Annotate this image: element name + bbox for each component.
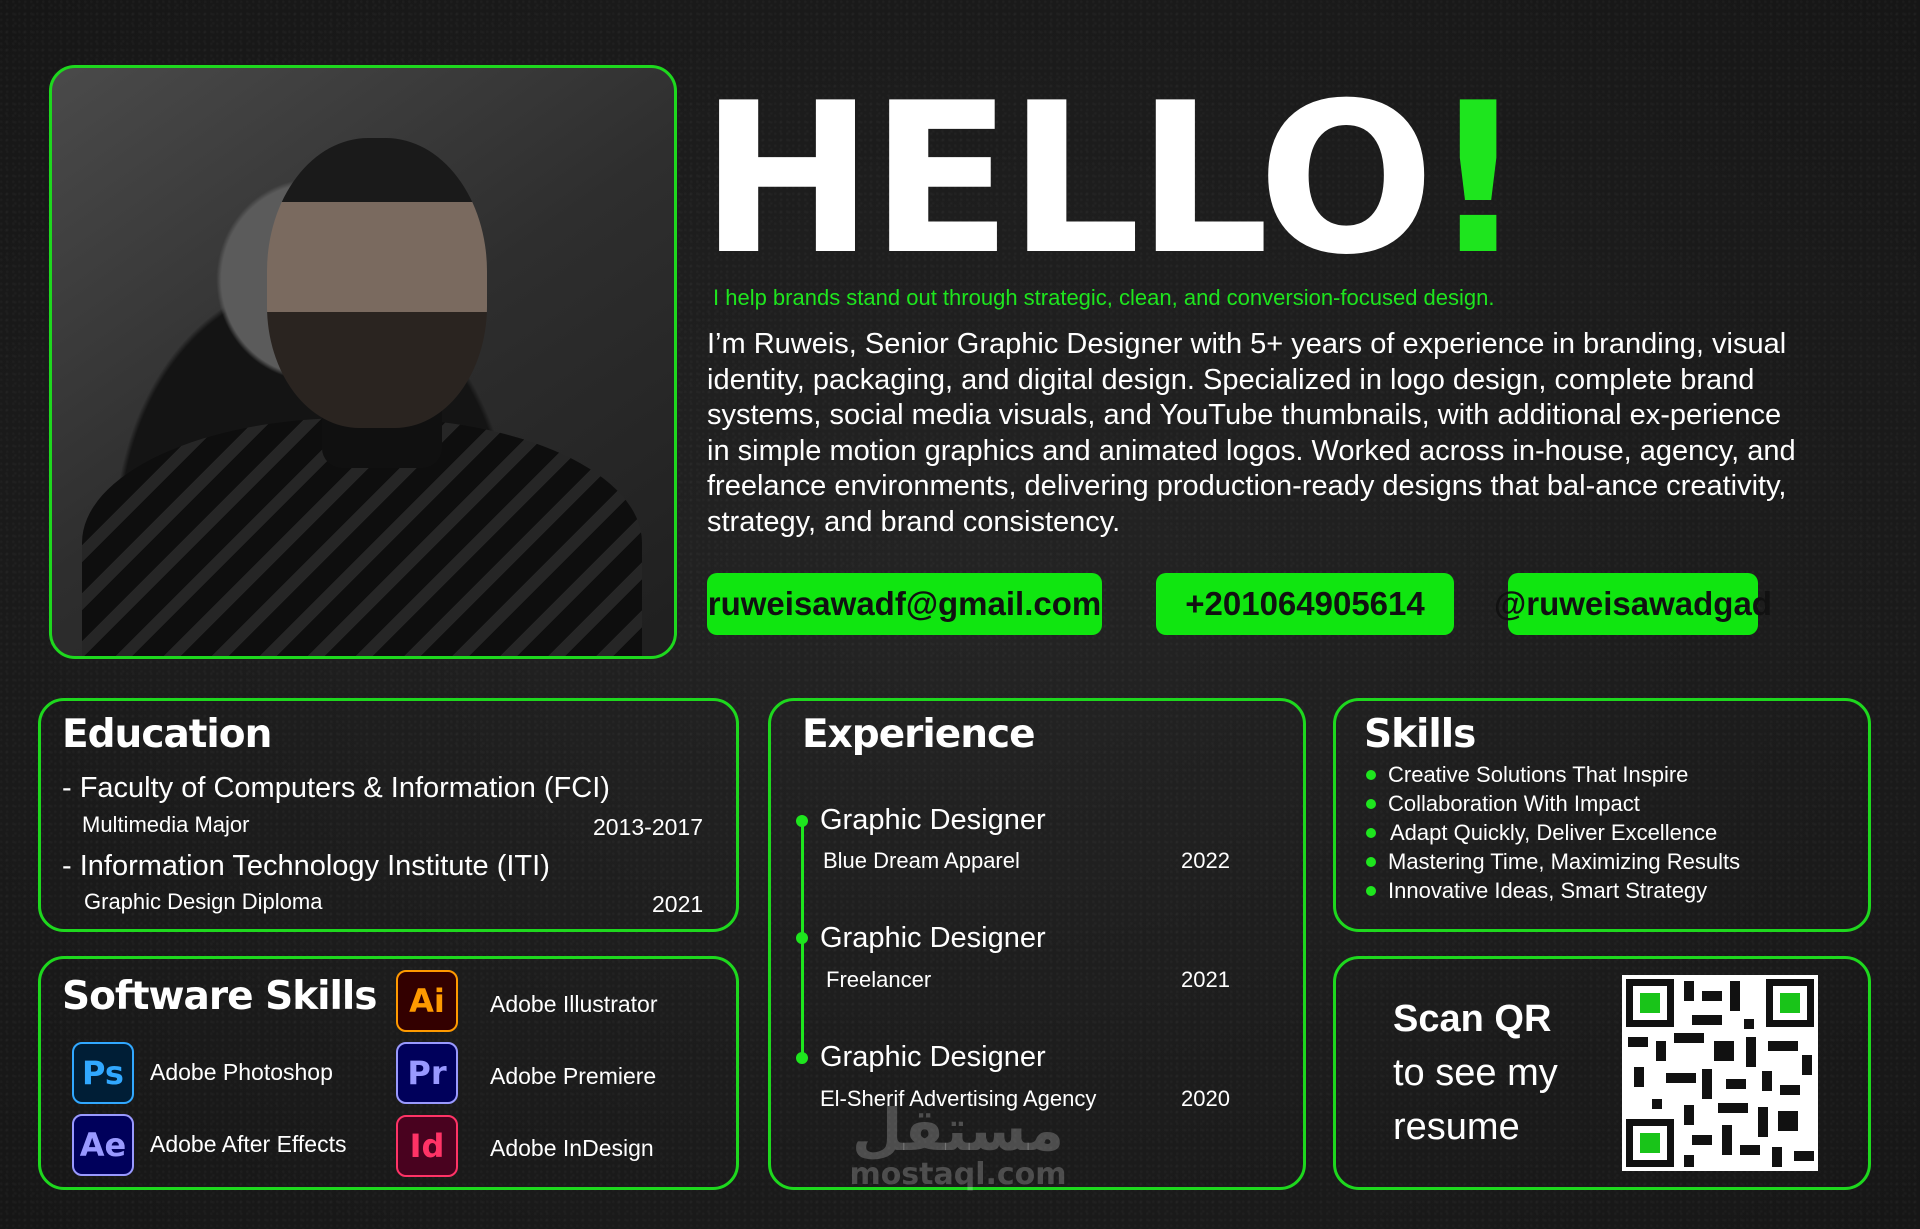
hello-exclamation: ! bbox=[1430, 59, 1526, 301]
qr-module bbox=[1726, 1079, 1746, 1089]
qr-module bbox=[1794, 1151, 1814, 1161]
illustrator-icon: Ai bbox=[396, 970, 458, 1032]
software-skills-title: Software Skills bbox=[62, 974, 377, 1019]
qr-module bbox=[1746, 1037, 1756, 1067]
qr-module bbox=[1718, 1103, 1748, 1113]
qr-heading: Scan QR bbox=[1393, 998, 1552, 1040]
experience-role-1: Graphic Designer bbox=[820, 804, 1046, 836]
skill-item-2: Collaboration With Impact bbox=[1388, 791, 1640, 816]
experience-company-1: Blue Dream Apparel bbox=[823, 848, 1020, 873]
skill-bullet-4 bbox=[1366, 857, 1376, 867]
timeline-dot-3 bbox=[796, 1052, 808, 1064]
qr-module bbox=[1674, 1033, 1704, 1043]
handle-pill[interactable]: @ruweisawadgad bbox=[1494, 573, 1772, 635]
qr-module bbox=[1702, 991, 1722, 1001]
qr-module bbox=[1768, 1041, 1798, 1051]
photo-head bbox=[267, 138, 487, 428]
hello-headline: HELLO! bbox=[700, 76, 1526, 284]
qr-module bbox=[1702, 1069, 1712, 1099]
skill-bullet-2 bbox=[1366, 799, 1376, 809]
skill-item-5: Innovative Ideas, Smart Strategy bbox=[1388, 878, 1708, 903]
qr-module bbox=[1634, 1067, 1644, 1087]
qr-module bbox=[1684, 1105, 1694, 1125]
qr-module bbox=[1722, 1125, 1732, 1155]
qr-subline-2: resume bbox=[1393, 1106, 1520, 1148]
after-effects-icon: Ae bbox=[72, 1114, 134, 1176]
timeline-dot-1 bbox=[796, 815, 808, 827]
skills-title: Skills bbox=[1364, 712, 1476, 757]
timeline-dot-2 bbox=[796, 932, 808, 944]
premiere-icon: Pr bbox=[396, 1042, 458, 1104]
resume-qr-code[interactable] bbox=[1622, 975, 1818, 1171]
experience-year-3: 2020 bbox=[1181, 1086, 1230, 1111]
skill-item-4: Mastering Time, Maximizing Results bbox=[1388, 849, 1741, 874]
qr-module bbox=[1780, 1085, 1800, 1095]
experience-role-2: Graphic Designer bbox=[820, 922, 1046, 954]
qr-module bbox=[1684, 981, 1694, 1001]
skill-bullet-1 bbox=[1366, 770, 1376, 780]
experience-year-2: 2021 bbox=[1181, 967, 1230, 992]
qr-module bbox=[1684, 1155, 1694, 1167]
skill-bullet-5 bbox=[1366, 886, 1376, 896]
photoshop-icon: Ps bbox=[72, 1042, 134, 1104]
indesign-icon: Id bbox=[396, 1115, 458, 1177]
hello-word: HELLO bbox=[700, 59, 1435, 301]
qr-module bbox=[1652, 1099, 1662, 1109]
watermark-arabic: مستقل bbox=[851, 1096, 1065, 1164]
software-name-premiere: Adobe Premiere bbox=[490, 1063, 657, 1089]
phone-pill[interactable]: +201064905614 bbox=[1156, 573, 1454, 635]
profile-photo bbox=[49, 65, 677, 659]
skill-bullet-3 bbox=[1366, 828, 1376, 838]
qr-finder-top-left bbox=[1626, 979, 1674, 1027]
mostaql-watermark: مستقل mostaql.com bbox=[838, 1100, 1078, 1190]
education-years-2: 2021 bbox=[652, 891, 704, 917]
qr-subline-1: to see my bbox=[1393, 1052, 1558, 1094]
qr-module bbox=[1772, 1147, 1782, 1167]
qr-module bbox=[1778, 1111, 1798, 1131]
experience-year-1: 2022 bbox=[1181, 848, 1230, 873]
education-years-1: 2013-2017 bbox=[593, 814, 703, 840]
software-name-photoshop: Adobe Photoshop bbox=[150, 1059, 333, 1085]
qr-module bbox=[1744, 1019, 1754, 1029]
qr-module bbox=[1656, 1041, 1666, 1061]
experience-company-2: Freelancer bbox=[826, 967, 932, 992]
software-name-after-effects: Adobe After Effects bbox=[150, 1131, 347, 1157]
education-school-2: - Information Technology Institute (ITI) bbox=[62, 850, 550, 882]
education-detail-1: Multimedia Major bbox=[82, 812, 250, 837]
qr-module bbox=[1730, 981, 1740, 1011]
email-pill[interactable]: ruweisawadf@gmail.com bbox=[707, 573, 1102, 635]
experience-role-3: Graphic Designer bbox=[820, 1041, 1046, 1073]
qr-module bbox=[1714, 1041, 1734, 1061]
bio-paragraph: I’m Ruweis, Senior Graphic Designer with… bbox=[707, 328, 1796, 538]
qr-module bbox=[1666, 1073, 1696, 1083]
qr-module bbox=[1692, 1015, 1722, 1025]
experience-title: Experience bbox=[802, 712, 1036, 757]
qr-finder-top-right bbox=[1766, 979, 1814, 1027]
watermark-latin: mostaql.com bbox=[849, 1157, 1067, 1192]
education-title: Education bbox=[62, 712, 272, 757]
software-name-indesign: Adobe InDesign bbox=[490, 1135, 654, 1161]
tagline: I help brands stand out through strategi… bbox=[713, 285, 1495, 310]
qr-module bbox=[1692, 1135, 1712, 1145]
education-school-1: - Faculty of Computers & Information (FC… bbox=[62, 772, 610, 804]
education-detail-2: Graphic Design Diploma bbox=[84, 889, 323, 914]
qr-finder-bottom-left bbox=[1626, 1119, 1674, 1167]
software-name-illustrator: Adobe Illustrator bbox=[490, 991, 658, 1017]
qr-module bbox=[1762, 1071, 1772, 1091]
skill-item-3: Adapt Quickly, Deliver Excellence bbox=[1390, 820, 1718, 845]
qr-module bbox=[1758, 1107, 1768, 1137]
skill-item-1: Creative Solutions That Inspire bbox=[1388, 762, 1689, 787]
qr-module bbox=[1628, 1037, 1648, 1047]
qr-module bbox=[1740, 1145, 1760, 1155]
qr-module bbox=[1802, 1055, 1812, 1075]
